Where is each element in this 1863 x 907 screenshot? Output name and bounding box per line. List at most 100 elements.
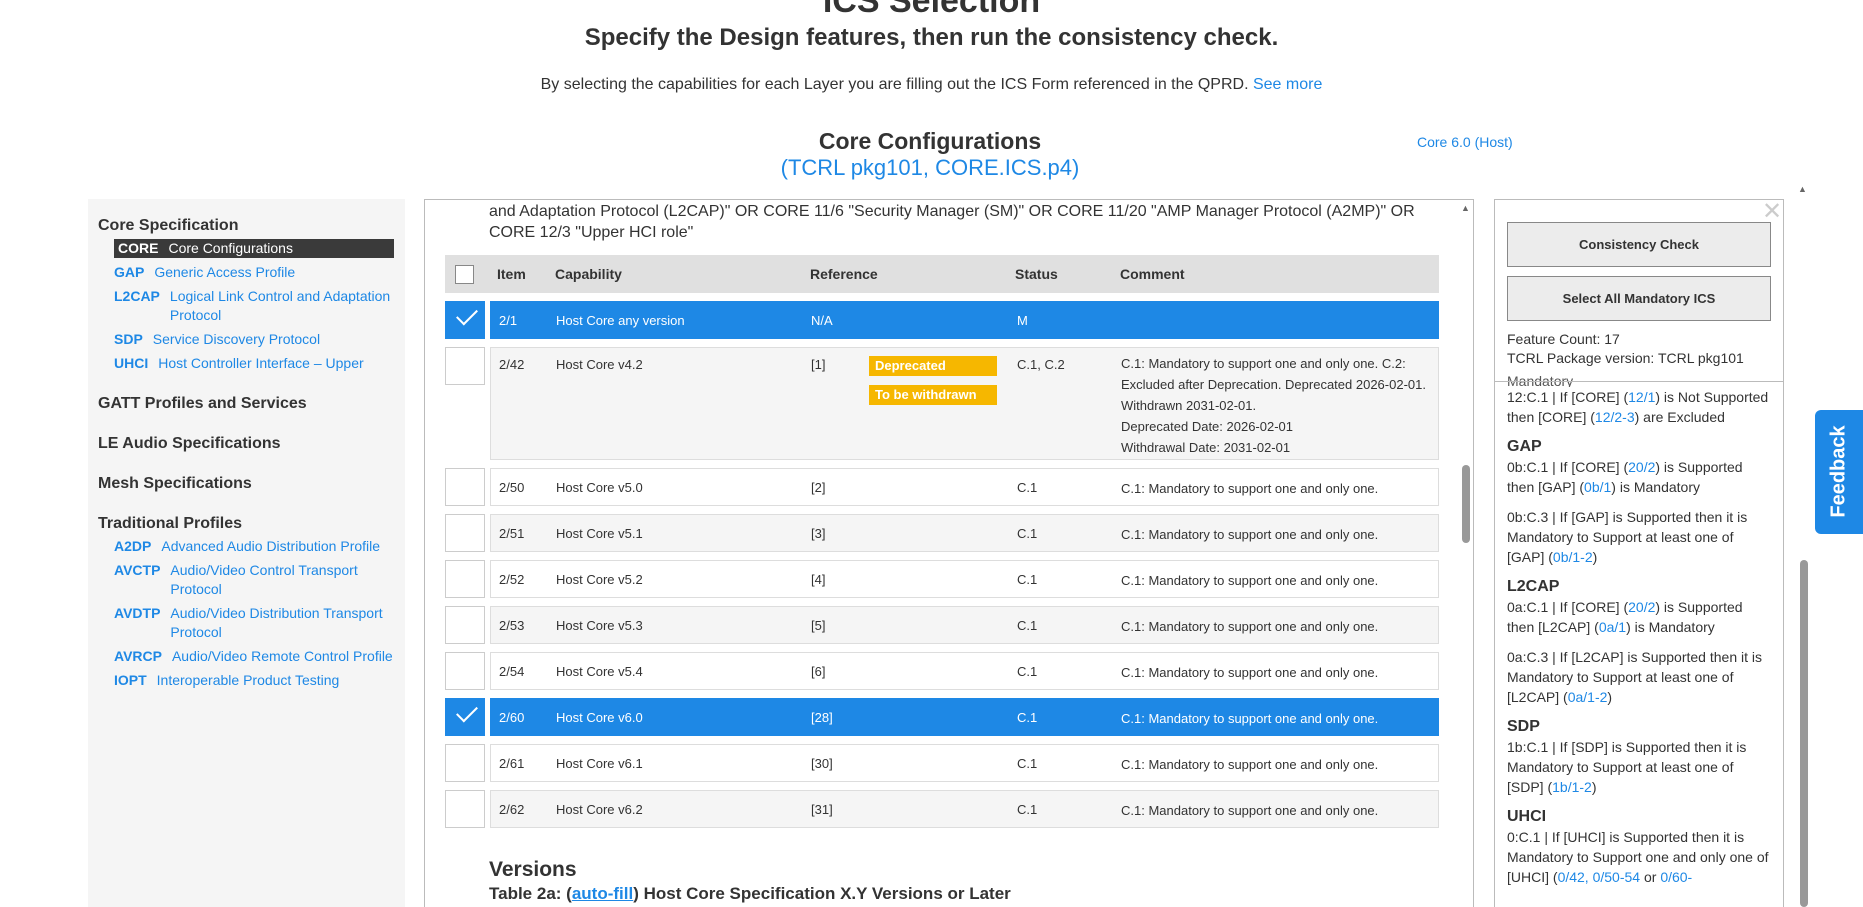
table-row[interactable]: 2/50 Host Core v5.0 [2] C.1 C.1: Mandato… bbox=[490, 468, 1439, 506]
table-row[interactable]: 2/53 Host Core v5.3 [5] C.1 C.1: Mandato… bbox=[490, 606, 1439, 644]
note-link[interactable]: 0b/1 bbox=[1584, 479, 1611, 495]
sidebar-section-le-audio[interactable]: LE Audio Specifications bbox=[98, 435, 395, 453]
cell-comment: C.1: Mandatory to support one and only o… bbox=[1121, 757, 1379, 772]
cell-item: 2/62 bbox=[499, 802, 525, 817]
sidebar-item-uhci[interactable]: UHCI Host Controller Interface – Upper bbox=[114, 354, 395, 373]
sidebar-item-label: Generic Access Profile bbox=[154, 264, 296, 280]
cell-status: C.1 bbox=[1017, 618, 1038, 633]
note-link[interactable]: 12/2-3 bbox=[1595, 409, 1635, 425]
see-more-link[interactable]: See more bbox=[1253, 76, 1322, 93]
sidebar-section-core[interactable]: Core Specification bbox=[98, 217, 395, 235]
cell-item: 2/54 bbox=[499, 664, 525, 679]
ics-table-panel: and Adaptation Protocol (L2CAP)" OR CORE… bbox=[424, 199, 1474, 907]
cell-reference: [4] bbox=[811, 572, 826, 587]
auto-fill-link[interactable]: auto-fill bbox=[572, 884, 633, 903]
table-row[interactable]: 2/54 Host Core v5.4 [6] C.1 C.1: Mandato… bbox=[490, 652, 1439, 690]
row-checkbox[interactable] bbox=[445, 468, 485, 506]
scrollbar-thumb[interactable] bbox=[1462, 465, 1470, 543]
cell-item: 2/53 bbox=[499, 618, 525, 633]
table-2a-prefix: Table 2a: ( bbox=[489, 884, 572, 903]
note-link[interactable]: 1b/1-2 bbox=[1552, 779, 1592, 795]
scroll-up-arrow-icon[interactable]: ▲ bbox=[1798, 184, 1807, 194]
feedback-button[interactable]: Feedback bbox=[1815, 410, 1863, 534]
scroll-up-arrow-icon[interactable]: ▲ bbox=[1461, 203, 1470, 213]
note-link[interactable]: 0a/1-2 bbox=[1568, 689, 1608, 705]
feedback-label: Feedback bbox=[1827, 425, 1850, 518]
cell-status: C.1, C.2 bbox=[1017, 357, 1065, 372]
cell-comment: C.1: Mandatory to support one and only o… bbox=[1121, 665, 1379, 680]
cell-item: 2/51 bbox=[499, 526, 525, 541]
note-text: 0a:C.3 | If [L2CAP] is Supported then it… bbox=[1507, 649, 1762, 705]
note-link[interactable]: 0/60- bbox=[1660, 869, 1692, 885]
sidebar-item-core[interactable]: CORE Core Configurations bbox=[114, 239, 394, 258]
note-link[interactable]: 12/1 bbox=[1628, 389, 1655, 405]
page-title: ICS Selection bbox=[822, 0, 1041, 20]
row-checkbox[interactable] bbox=[445, 514, 485, 552]
config-subtitle-link[interactable]: (TCRL pkg101, CORE.ICS.p4) bbox=[660, 155, 1200, 181]
note-l2cap-c3: 0a:C.3 | If [L2CAP] is Supported then it… bbox=[1507, 647, 1769, 707]
cell-capability: Host Core v6.0 bbox=[556, 710, 643, 725]
sidebar-item-label: Service Discovery Protocol bbox=[152, 331, 321, 347]
table-row[interactable]: 2/52 Host Core v5.2 [4] C.1 C.1: Mandato… bbox=[490, 560, 1439, 598]
sidebar-item-sdp[interactable]: SDP Service Discovery Protocol bbox=[114, 330, 395, 349]
sidebar-item-abbr: A2DP bbox=[114, 538, 152, 554]
row-checkbox[interactable] bbox=[445, 698, 485, 736]
sidebar-item-a2dp[interactable]: A2DP Advanced Audio Distribution Profile bbox=[114, 537, 395, 556]
cell-comment: C.1: Mandatory to support one and only o… bbox=[1121, 527, 1379, 542]
sidebar-item-abbr: SDP bbox=[114, 331, 143, 347]
cell-item: 2/52 bbox=[499, 572, 525, 587]
note-link[interactable]: 0b/1-2 bbox=[1553, 549, 1593, 565]
table-row[interactable]: 2/60 Host Core v6.0 [28] C.1 C.1: Mandat… bbox=[490, 698, 1439, 736]
table-row[interactable]: 2/61 Host Core v6.1 [30] C.1 C.1: Mandat… bbox=[490, 744, 1439, 782]
core-version-link[interactable]: Core 6.0 (Host) bbox=[1417, 134, 1513, 150]
sidebar-item-abbr: CORE bbox=[118, 240, 159, 256]
row-checkbox[interactable] bbox=[445, 790, 485, 828]
sidebar-item-avrcp[interactable]: AVRCP Audio/Video Remote Control Profile bbox=[114, 647, 395, 666]
sidebar-item-iopt[interactable]: IOPT Interoperable Product Testing bbox=[114, 671, 395, 690]
sidebar-item-avdtp[interactable]: AVDTP Audio/Video Distribution Transport… bbox=[114, 604, 395, 642]
cell-capability: Host Core v5.1 bbox=[556, 526, 643, 541]
table-header: Item Capability Reference Status Comment bbox=[445, 255, 1439, 293]
note-link[interactable]: 20/2 bbox=[1628, 459, 1655, 475]
note-text: ) bbox=[1592, 549, 1598, 565]
row-checkbox[interactable] bbox=[445, 347, 485, 385]
note-link[interactable]: 0/42, 0/50-54 bbox=[1558, 869, 1641, 885]
cell-status: C.1 bbox=[1017, 664, 1038, 679]
cell-comment: C.1: Mandatory to support one and only o… bbox=[1121, 573, 1379, 588]
cell-status: C.1 bbox=[1017, 802, 1038, 817]
note-gap-c1: 0b:C.1 | If [CORE] (20/2) is Supported t… bbox=[1507, 457, 1769, 497]
sidebar-item-label: Core Configurations bbox=[168, 240, 293, 256]
table-row[interactable]: 2/42 Host Core v4.2 [1] Deprecated To be… bbox=[490, 347, 1439, 460]
sidebar-item-label: Audio/Video Distribution Transport Proto… bbox=[170, 605, 383, 640]
select-all-mandatory-button[interactable]: Select All Mandatory ICS bbox=[1507, 276, 1771, 321]
note-link[interactable]: 20/2 bbox=[1628, 599, 1655, 615]
cell-reference: [31] bbox=[811, 802, 833, 817]
table-row[interactable]: 2/62 Host Core v6.2 [31] C.1 C.1: Mandat… bbox=[490, 790, 1439, 828]
table-row[interactable]: 2/1 Host Core any version N/A M bbox=[490, 301, 1439, 339]
row-checkbox[interactable] bbox=[445, 560, 485, 598]
consistency-check-button[interactable]: Consistency Check bbox=[1507, 222, 1771, 267]
cell-capability: Host Core v4.2 bbox=[556, 357, 643, 372]
sidebar-section-gatt[interactable]: GATT Profiles and Services bbox=[98, 395, 395, 413]
tcrl-package-version: TCRL Package version: TCRL pkg101 bbox=[1507, 350, 1744, 366]
cell-capability: Host Core v6.1 bbox=[556, 756, 643, 771]
note-text: ) are Excluded bbox=[1634, 409, 1725, 425]
sidebar-item-avctp[interactable]: AVCTP Audio/Video Control Transport Prot… bbox=[114, 561, 395, 599]
select-all-checkbox[interactable] bbox=[455, 265, 474, 284]
scrollbar-thumb[interactable] bbox=[1800, 560, 1808, 907]
row-checkbox[interactable] bbox=[445, 744, 485, 782]
note-link[interactable]: 0a/1 bbox=[1599, 619, 1626, 635]
cell-status: C.1 bbox=[1017, 756, 1038, 771]
table-row[interactable]: 2/51 Host Core v5.1 [3] C.1 C.1: Mandato… bbox=[490, 514, 1439, 552]
sidebar-item-gap[interactable]: GAP Generic Access Profile bbox=[114, 263, 395, 282]
row-checkbox[interactable] bbox=[445, 301, 485, 339]
sidebar-section-mesh[interactable]: Mesh Specifications bbox=[98, 475, 395, 493]
row-checkbox[interactable] bbox=[445, 606, 485, 644]
sidebar-item-l2cap[interactable]: L2CAP Logical Link Control and Adaptatio… bbox=[114, 287, 395, 325]
sidebar-item-abbr: L2CAP bbox=[114, 288, 160, 304]
table-2a-suffix: ) Host Core Specification X.Y Versions o… bbox=[633, 884, 1011, 903]
cell-reference: [3] bbox=[811, 526, 826, 541]
sidebar-section-traditional[interactable]: Traditional Profiles bbox=[98, 515, 395, 533]
row-checkbox[interactable] bbox=[445, 652, 485, 690]
consistency-panel: ✕ Consistency Check Select All Mandatory… bbox=[1494, 199, 1784, 907]
